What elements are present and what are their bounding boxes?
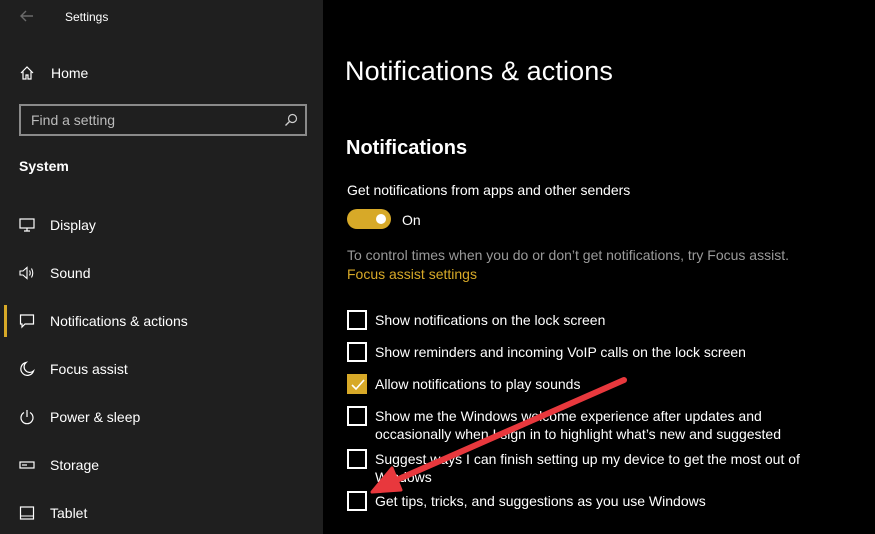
monitor-icon bbox=[19, 218, 35, 232]
sidebar-item-label: Power & sleep bbox=[50, 409, 141, 425]
checkbox-checked[interactable] bbox=[347, 374, 367, 394]
back-button[interactable] bbox=[14, 5, 40, 27]
checkbox-label: Show me the Windows welcome experience a… bbox=[375, 408, 781, 442]
toggle-state-text: On bbox=[402, 212, 421, 228]
power-icon bbox=[20, 410, 34, 425]
app-title: Settings bbox=[65, 10, 109, 24]
sidebar-item-label: Sound bbox=[50, 265, 91, 281]
sidebar-item-label: Tablet bbox=[50, 505, 88, 521]
checkbox-label: Show reminders and incoming VoIP calls o… bbox=[375, 344, 746, 360]
sidebar-item-power-sleep[interactable]: Power & sleep bbox=[0, 397, 323, 437]
checkbox[interactable] bbox=[347, 449, 367, 469]
sidebar-item-label: Focus assist bbox=[50, 361, 128, 377]
back-arrow-icon bbox=[20, 10, 33, 22]
sidebar: Settings Home System Display Sound bbox=[0, 0, 323, 534]
speaker-icon bbox=[19, 266, 34, 280]
checkbox[interactable] bbox=[347, 310, 367, 330]
checkbox-label: Allow notifications to play sounds bbox=[375, 376, 581, 392]
sidebar-item-sound[interactable]: Sound bbox=[0, 253, 323, 293]
sidebar-item-label: Storage bbox=[50, 457, 100, 473]
toggle-knob bbox=[376, 214, 386, 224]
sidebar-item-label: Home bbox=[51, 65, 89, 81]
sidebar-item-label: Display bbox=[50, 217, 96, 233]
sidebar-item-focus-assist[interactable]: Focus assist bbox=[0, 349, 323, 389]
checkbox[interactable] bbox=[347, 491, 367, 511]
notification-icon bbox=[19, 314, 35, 329]
section-label-system: System bbox=[19, 158, 69, 174]
tablet-icon bbox=[19, 506, 35, 520]
title-bar: Settings bbox=[0, 0, 323, 34]
active-indicator bbox=[4, 305, 7, 337]
sidebar-item-storage[interactable]: Storage bbox=[0, 445, 323, 485]
sidebar-item-label: Notifications & actions bbox=[50, 313, 188, 329]
sidebar-item-notifications[interactable]: Notifications & actions bbox=[0, 301, 323, 341]
checkbox-label: Show notifications on the lock screen bbox=[375, 312, 606, 328]
storage-icon bbox=[19, 461, 35, 469]
checkbox[interactable] bbox=[347, 406, 367, 426]
checkbox[interactable] bbox=[347, 342, 367, 362]
focus-assist-settings-link[interactable]: Focus assist settings bbox=[347, 266, 477, 282]
checkmark-icon bbox=[351, 379, 365, 391]
checkbox-label: Suggest ways I can finish setting up my … bbox=[375, 451, 800, 485]
sidebar-item-display[interactable]: Display bbox=[0, 205, 323, 245]
main-content: Notifications & actions Notifications Ge… bbox=[323, 0, 875, 534]
focus-assist-help-text: To control times when you do or don’t ge… bbox=[347, 247, 789, 263]
search-icon[interactable] bbox=[284, 113, 298, 127]
toggle-label: Get notifications from apps and other se… bbox=[347, 182, 631, 198]
sidebar-item-tablet[interactable]: Tablet bbox=[0, 493, 323, 533]
section-title: Notifications bbox=[346, 137, 468, 159]
sidebar-item-home[interactable]: Home bbox=[0, 58, 323, 88]
home-icon bbox=[20, 66, 34, 80]
search-box[interactable] bbox=[19, 104, 307, 136]
checkbox-label: Get tips, tricks, and suggestions as you… bbox=[375, 493, 706, 509]
search-input[interactable] bbox=[31, 111, 271, 129]
moon-icon bbox=[20, 361, 35, 376]
notifications-toggle[interactable] bbox=[347, 209, 391, 229]
page-title: Notifications & actions bbox=[345, 56, 613, 86]
